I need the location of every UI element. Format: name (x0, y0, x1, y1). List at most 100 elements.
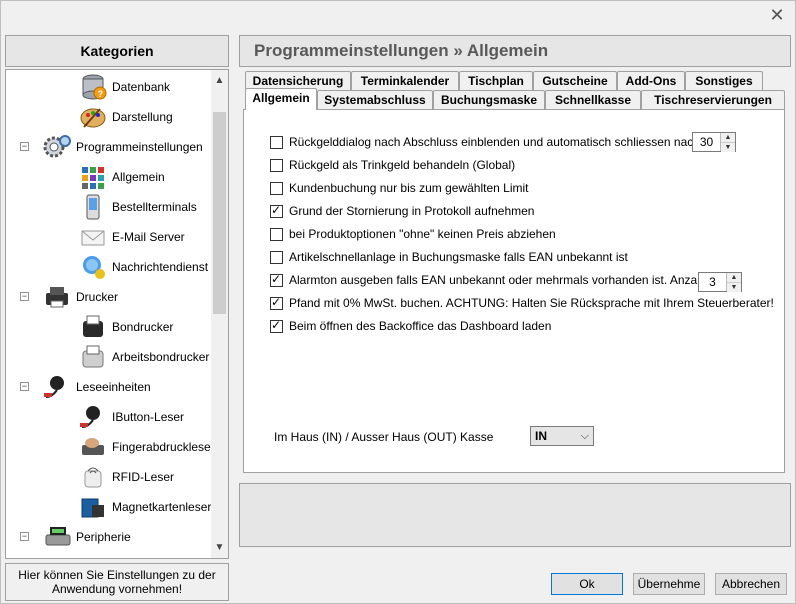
cancel-button[interactable]: Abbrechen (715, 573, 787, 595)
tree-item-bestellterminals[interactable]: Bestellterminals (78, 192, 197, 222)
chevron-down-icon: ⌵ (580, 430, 589, 442)
close-icon[interactable]: ✕ (769, 6, 785, 24)
ibutton-icon (78, 403, 108, 431)
option-label: Alarmton ausgeben falls EAN unbekannt od… (289, 273, 741, 287)
tab-systemabschluss[interactable]: Systemabschluss (317, 90, 433, 110)
haus-kasse-value: IN (535, 429, 547, 443)
scroll-down-icon[interactable]: ▼ (211, 539, 228, 556)
option-row[interactable]: Beim öffnen des Backoffice das Dashboard… (270, 318, 551, 334)
option-checkbox[interactable] (270, 227, 283, 241)
option-row[interactable]: Alarmton ausgeben falls EAN unbekannt od… (270, 272, 740, 288)
ok-button[interactable]: Ok (551, 573, 623, 595)
magnetic-card-icon (78, 493, 108, 521)
option-label: Rückgeld als Trinkgeld behandeln (Global… (289, 158, 516, 172)
collapse-icon[interactable]: − (20, 382, 29, 391)
tab-tischreservierungen[interactable]: Tischreservierungen (641, 90, 785, 110)
alarm-count-stepper[interactable]: 3 ▲ ▼ (698, 272, 742, 292)
tab-schnellkasse[interactable]: Schnellkasse (545, 90, 641, 110)
tree-item-datenbank[interactable]: ? Datenbank (78, 72, 170, 102)
scrollbar-thumb[interactable] (213, 112, 226, 314)
close-seconds-value[interactable]: 30 (693, 133, 720, 151)
option-row[interactable]: Grund der Stornierung in Protokoll aufne… (270, 203, 534, 219)
option-checkbox[interactable] (270, 250, 283, 264)
option-row[interactable]: Rückgeld als Trinkgeld behandeln (Global… (270, 157, 515, 173)
tree-item-label: Leseeinheiten (76, 380, 151, 394)
tree-item-bondrucker[interactable]: Bondrucker (78, 312, 173, 342)
tree-item-fingerabdruckleser[interactable]: Fingerabdruckleser (78, 432, 215, 462)
tree-item-leseeinheiten[interactable]: Leseeinheiten (42, 372, 151, 402)
tree-item-label: Magnetkartenleser (112, 500, 212, 514)
option-checkbox[interactable] (270, 318, 283, 333)
spin-up-icon[interactable]: ▲ (721, 133, 735, 142)
tree-item-label: E-Mail Server (112, 230, 185, 244)
page-title: Programmeinstellungen » Allgemein (239, 35, 791, 67)
option-row[interactable]: Pfand mit 0% MwSt. buchen. ACHTUNG: Halt… (270, 295, 774, 311)
option-label: Artikelschnellanlage in Buchungsmaske fa… (289, 250, 628, 264)
apply-button[interactable]: Übernehme (633, 573, 705, 595)
tree-item-label: RFID-Leser (112, 470, 175, 484)
option-label: Kundenbuchung nur bis zum gewählten Limi… (289, 181, 529, 195)
option-label: Grund der Stornierung in Protokoll aufne… (289, 204, 535, 218)
categories-header: Kategorien (5, 35, 229, 67)
option-row[interactable]: Kundenbuchung nur bis zum gewählten Limi… (270, 180, 528, 196)
gears-icon (42, 133, 72, 161)
ibutton-reader-icon (42, 373, 72, 401)
tree-item-nachrichtendienst[interactable]: Nachrichtendienst (78, 252, 208, 282)
tree-item-arbeitsbondrucker[interactable]: Arbeitsbondrucker (78, 342, 209, 372)
category-tree: ? Datenbank Darstellung − Programmeinstellun… (5, 69, 229, 559)
tree-item-rfid-leser[interactable]: RFID-Leser (78, 462, 174, 492)
tab-tischplan[interactable]: Tischplan (459, 71, 533, 91)
category-hint: Hier können Sie Einstellungen zu der Anw… (5, 563, 229, 601)
option-checkbox[interactable] (270, 158, 283, 172)
tree-item-ibutton-leser[interactable]: IButton-Leser (78, 402, 184, 432)
option-checkbox[interactable] (270, 181, 283, 195)
collapse-icon[interactable]: − (20, 142, 29, 151)
tree-item-label: Darstellung (112, 110, 173, 124)
info-panel (239, 483, 791, 547)
option-checkbox[interactable] (270, 203, 283, 218)
tree-item-magnetkartenleser[interactable]: Magnetkartenleser (78, 492, 211, 522)
tab-gutscheine[interactable]: Gutscheine (533, 71, 617, 91)
peripheral-icon (42, 523, 72, 551)
tree-item-e-mail-server[interactable]: E-Mail Server (78, 222, 185, 252)
tab-sonstiges[interactable]: Sonstiges (685, 71, 763, 91)
spin-down-icon[interactable]: ▼ (727, 282, 741, 292)
spin-up-icon[interactable]: ▲ (727, 273, 741, 282)
tree-item-label: Programmeinstellungen (76, 140, 203, 154)
option-row[interactable]: bei Produktoptionen "ohne" keinen Preis … (270, 226, 556, 242)
tree-item-label: Fingerabdruckleser (112, 440, 215, 454)
option-label: Pfand mit 0% MwSt. buchen. ACHTUNG: Halt… (289, 296, 774, 310)
alarm-count-value[interactable]: 3 (699, 273, 726, 291)
tree-item-programmeinstellungen[interactable]: Programmeinstellungen (42, 132, 203, 162)
tree-item-allgemein[interactable]: Allgemein (78, 162, 165, 192)
rfid-icon (78, 463, 108, 491)
tree-item-label: Nachrichtendienst (112, 260, 209, 274)
receipt-printer-icon (78, 313, 108, 341)
option-row[interactable]: Artikelschnellanlage in Buchungsmaske fa… (270, 249, 628, 265)
option-label: bei Produktoptionen "ohne" keinen Preis … (289, 227, 556, 241)
tab-allgemein[interactable]: Allgemein (245, 88, 317, 110)
tab-terminkalender[interactable]: Terminkalender (351, 71, 459, 91)
spin-down-icon[interactable]: ▼ (721, 142, 735, 152)
messenger-icon (78, 253, 108, 281)
settings-window: ✕ Kategorien ? Datenbank Darstellung − Progr… (0, 0, 796, 604)
haus-kasse-select[interactable]: IN ⌵ (530, 426, 594, 446)
close-seconds-stepper[interactable]: 30 ▲ ▼ (692, 132, 736, 152)
tree-item-darstellung[interactable]: Darstellung (78, 102, 173, 132)
tree-item-drucker[interactable]: Drucker (42, 282, 118, 312)
option-checkbox[interactable] (270, 272, 283, 287)
database-icon: ? (78, 73, 108, 101)
tree-item-label: IButton-Leser (112, 410, 185, 424)
tab-buchungsmaske[interactable]: Buchungsmaske (433, 90, 545, 110)
tab-add-ons[interactable]: Add-Ons (617, 71, 685, 91)
option-row[interactable]: Rückgelddialog nach Abschluss einblenden… (270, 134, 707, 150)
scroll-up-icon[interactable]: ▲ (211, 72, 228, 89)
tree-item-peripherie[interactable]: Peripherie (42, 522, 131, 552)
option-checkbox[interactable] (270, 135, 283, 149)
option-checkbox[interactable] (270, 295, 283, 310)
collapse-icon[interactable]: − (20, 292, 29, 301)
tree-scrollbar[interactable]: ▲ ▼ (211, 70, 228, 558)
collapse-icon[interactable]: − (20, 532, 29, 541)
haus-kasse-label: Im Haus (IN) / Ausser Haus (OUT) Kasse (274, 430, 494, 444)
svg-text:?: ? (98, 89, 104, 99)
